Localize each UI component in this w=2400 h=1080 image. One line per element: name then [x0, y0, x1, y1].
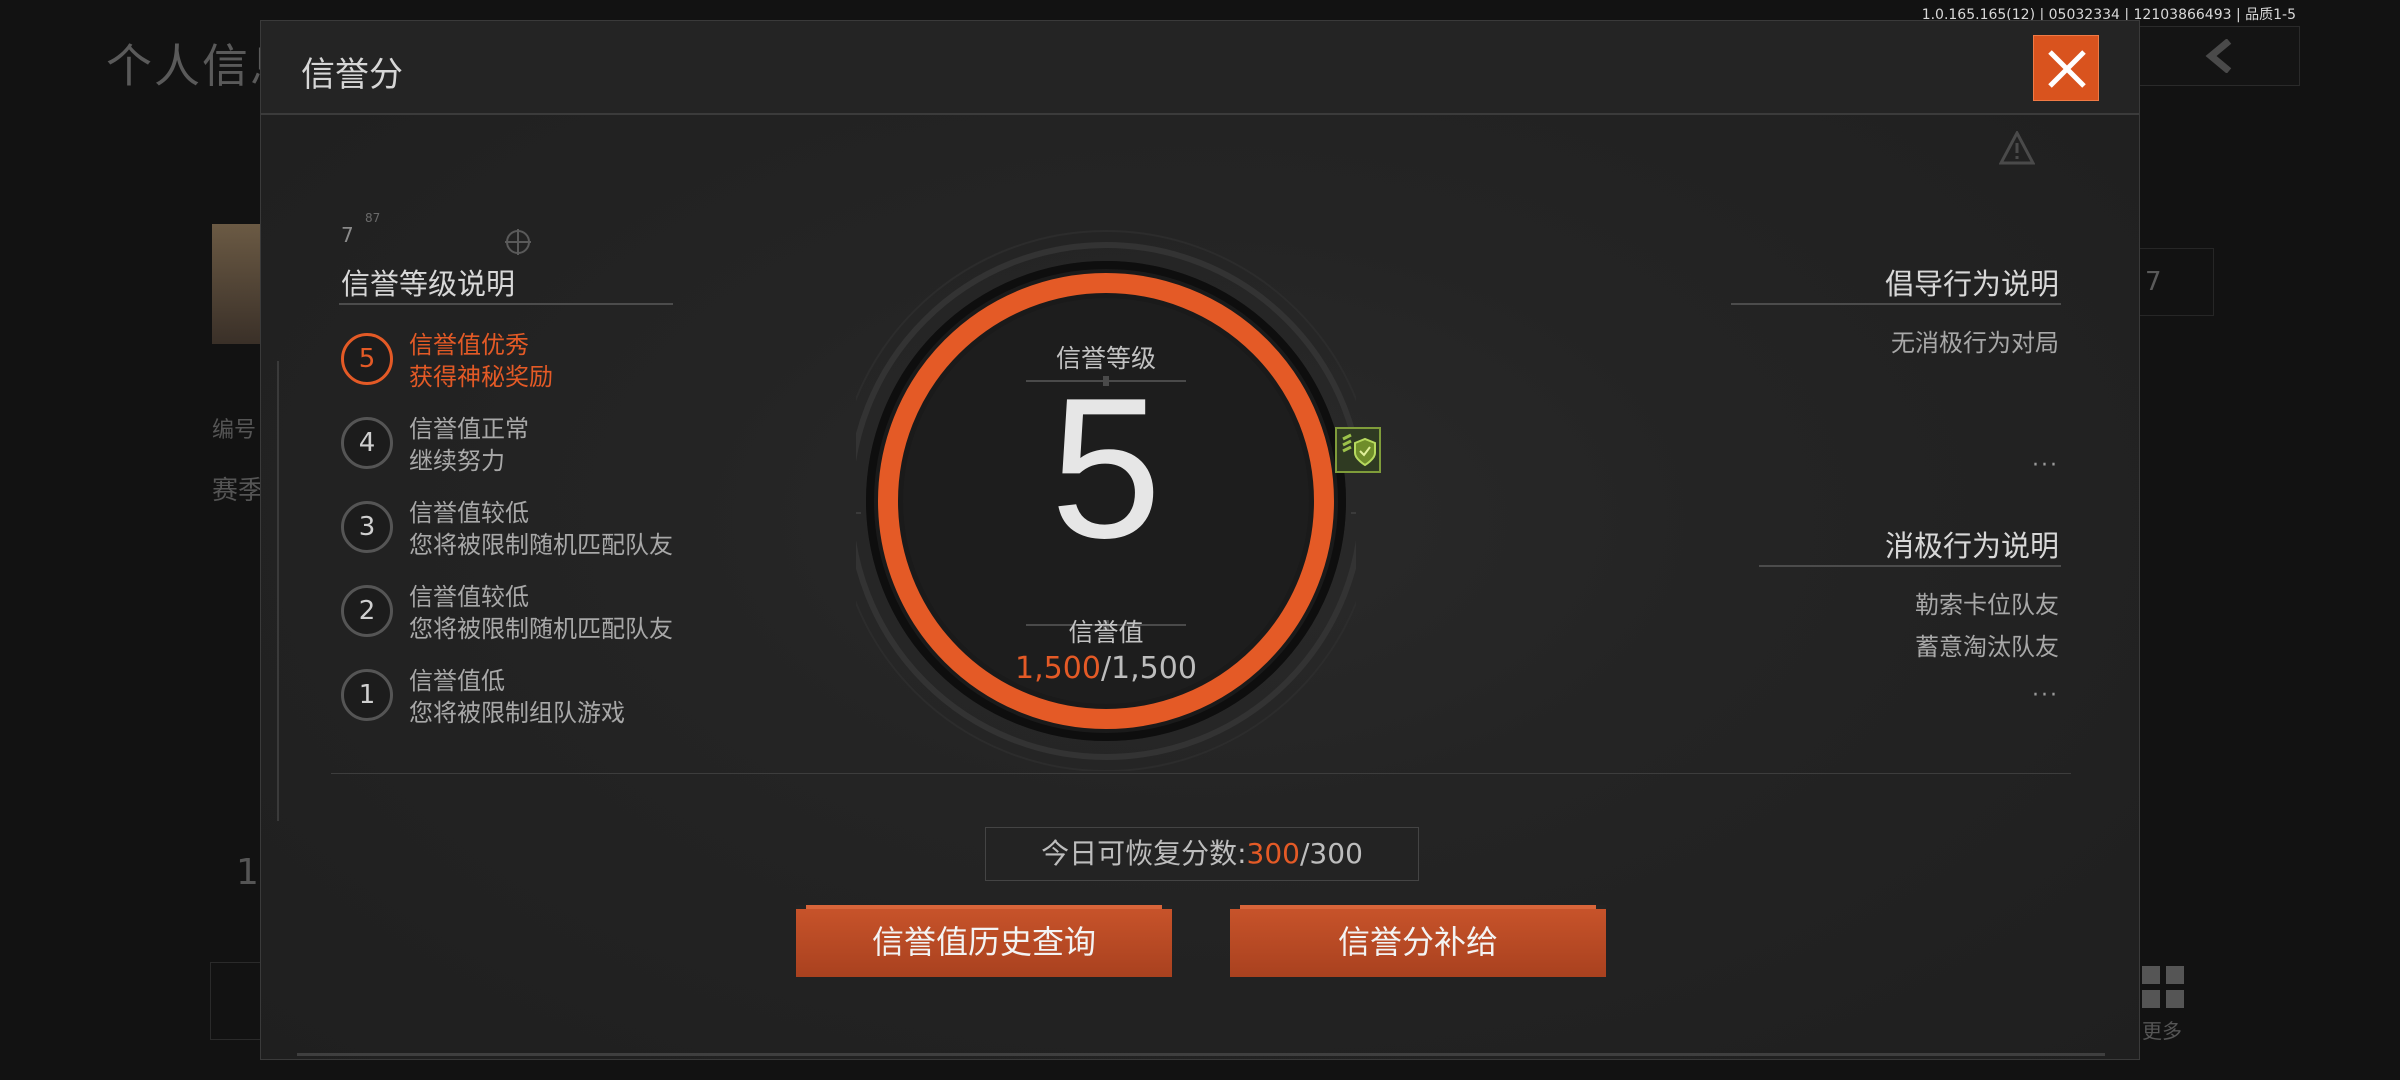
- level-item-2: 2 信誉值较低 您将被限制随机匹配队友: [341, 577, 741, 647]
- credit-score-modal: 信誉分 7 87 信誉等级说明 5 信誉值优秀 获得神秘奖励 4 信誉值正常 继…: [260, 20, 2140, 1060]
- rank-shield-icon: [1342, 433, 1376, 467]
- level-description: 继续努力: [409, 447, 505, 475]
- advocate-item: 无消极行为对局: [1891, 329, 2059, 357]
- level-status: 信誉值较低: [409, 499, 529, 527]
- warning-icon: [1999, 131, 2035, 165]
- avatar: [212, 224, 262, 344]
- modal-title: 信誉分: [301, 55, 403, 95]
- level-description: 您将被限制随机匹配队友: [409, 615, 673, 643]
- deco-superscript: 87: [365, 211, 381, 225]
- credit-value: 1,500/1,500: [856, 651, 1356, 686]
- more-label: 更多: [2142, 1019, 2182, 1043]
- close-icon: [2048, 50, 2086, 88]
- season-select[interactable]: 7: [2134, 248, 2214, 316]
- level-item-5: 5 信誉值优秀 获得神秘奖励: [341, 325, 741, 395]
- credit-value-current: 1,500: [1015, 651, 1101, 686]
- crosshair-icon: [505, 229, 531, 255]
- daily-recover-score: 今日可恢复分数:300/300: [985, 827, 1419, 881]
- level-badge: 2: [341, 585, 393, 637]
- negative-more[interactable]: ···: [2032, 683, 2059, 708]
- negative-item: 勒索卡位队友: [1915, 591, 2059, 619]
- advocate-title-underline: [1731, 303, 2061, 305]
- modal-header: 信誉分: [261, 21, 2139, 115]
- level-badge: 1: [341, 669, 393, 721]
- credit-level-number: 5: [1050, 357, 1162, 580]
- close-button[interactable]: [2033, 35, 2099, 101]
- recover-current: 300: [1246, 837, 1300, 870]
- credit-value-title: 信誉值: [1068, 618, 1144, 647]
- background-left-box: [210, 962, 266, 1040]
- level-item-4: 4 信誉值正常 继续努力: [341, 409, 741, 479]
- negative-title-underline: [1759, 565, 2061, 567]
- background-label-id: 编号: [212, 418, 257, 443]
- level-badge: 3: [341, 501, 393, 553]
- level-explanation-title: 信誉等级说明: [341, 267, 516, 301]
- credit-history-button[interactable]: 信誉值历史查询: [796, 905, 1172, 977]
- negative-behavior-title: 消极行为说明: [1884, 529, 2059, 563]
- back-arrow-icon: [2205, 39, 2232, 73]
- level-description: 获得神秘奖励: [409, 363, 553, 391]
- modal-bottom-line: [297, 1053, 2105, 1056]
- level-item-1: 1 信誉值低 您将被限制组队游戏: [341, 661, 741, 731]
- deco-number: 7: [341, 223, 354, 247]
- advocate-more[interactable]: ···: [2032, 453, 2059, 478]
- credit-gauge: 信誉等级 5 信誉值 1,500/1,500: [856, 221, 1356, 771]
- level-title-underline: [339, 303, 673, 305]
- credit-supply-button[interactable]: 信誉分补给: [1230, 905, 1606, 977]
- level-status: 信誉值低: [409, 667, 505, 695]
- grid-menu-icon[interactable]: [2140, 964, 2186, 1010]
- level-badge: 5: [341, 333, 393, 385]
- advocate-behavior-title: 倡导行为说明: [1884, 267, 2059, 301]
- level-item-3: 3 信誉值较低 您将被限制随机匹配队友: [341, 493, 741, 563]
- level-status: 信誉值正常: [409, 415, 529, 443]
- level-description: 您将被限制组队游戏: [409, 699, 625, 727]
- level-status: 信誉值较低: [409, 583, 529, 611]
- credit-value-max: /1,500: [1100, 651, 1197, 686]
- level-description: 您将被限制随机匹配队友: [409, 531, 673, 559]
- season-select-value: 7: [2145, 267, 2162, 297]
- level-badge: 4: [341, 417, 393, 469]
- rank-badge[interactable]: [1335, 427, 1381, 473]
- left-edge-line: [277, 361, 279, 821]
- level-status: 信誉值优秀: [409, 331, 529, 359]
- recover-max: /300: [1300, 837, 1363, 870]
- background-number: 1: [236, 852, 259, 893]
- negative-item: 蓄意淘汰队友: [1915, 633, 2059, 661]
- section-divider: [331, 773, 2071, 774]
- recover-label: 今日可恢复分数:: [1041, 837, 1247, 870]
- background-label-season: 赛季: [212, 476, 265, 506]
